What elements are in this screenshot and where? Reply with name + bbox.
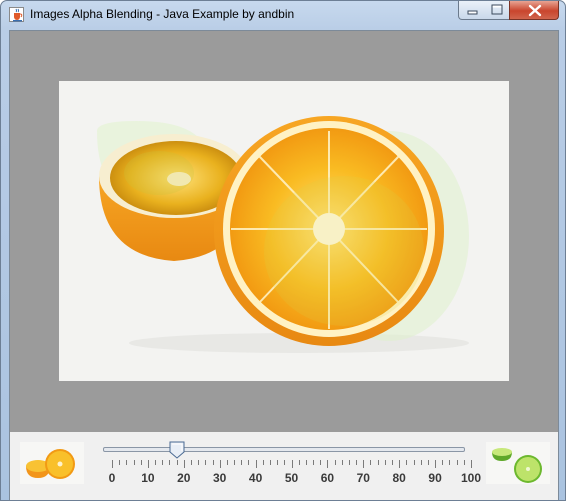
application-window: Images Alpha Blending - Java Example by …: [0, 0, 566, 501]
slider-tick: [205, 460, 207, 465]
slider-tick: [363, 460, 365, 468]
slider-tick: [183, 460, 185, 468]
slider-tick-label: 80: [392, 471, 406, 485]
slider-tick: [112, 460, 113, 468]
slider-tick-label: 50: [284, 471, 299, 485]
slider-tick: [262, 460, 264, 465]
slider-tick: [341, 460, 343, 465]
slider-tick: [291, 460, 293, 468]
slider-tick: [241, 460, 243, 465]
java-cup-icon[interactable]: [9, 7, 24, 22]
slider-tick: [471, 460, 472, 468]
slider-tick-label: 60: [320, 471, 335, 485]
slider-tick: [384, 460, 386, 465]
slider-tick: [377, 460, 379, 465]
slider-tick-label: 90: [428, 471, 442, 485]
slider-tick: [348, 460, 350, 465]
minimize-icon: [467, 10, 478, 15]
slider-tick: [212, 460, 214, 465]
slider-thumb[interactable]: [169, 441, 185, 459]
slider-tick: [370, 460, 372, 465]
close-icon: [528, 4, 542, 17]
slider-tick: [392, 460, 394, 465]
minimize-button[interactable]: [458, 1, 485, 20]
slider-tick: [406, 460, 408, 465]
title-bar[interactable]: Images Alpha Blending - Java Example by …: [1, 1, 565, 29]
slider-tick: [133, 460, 135, 465]
slider-tick: [356, 460, 358, 465]
slider-tick: [169, 460, 171, 465]
slider-tick: [305, 460, 307, 465]
slider-tick-label: 0: [108, 471, 116, 485]
alpha-slider[interactable]: 0 10 20 30 40 50 60 70 80 90 100: [98, 438, 481, 498]
slider-tick: [427, 460, 429, 465]
slider-tick: [449, 460, 451, 465]
control-panel: 0 10 20 30 40 50 60 70 80 90 100: [10, 432, 558, 500]
slider-tick: [298, 460, 300, 465]
client-area: 0 10 20 30 40 50 60 70 80 90 100: [9, 30, 559, 500]
slider-tick-label: 30: [213, 471, 227, 485]
slider-tick: [327, 460, 329, 468]
slider-tick: [320, 460, 322, 465]
lime-thumbnail: [486, 442, 550, 484]
slider-tick: [442, 460, 444, 465]
slider-tick: [277, 460, 279, 465]
slider-tick: [413, 460, 415, 465]
slider-tick: [313, 460, 315, 465]
slider-track[interactable]: [103, 447, 465, 452]
slider-tick: [190, 460, 192, 465]
slider-tick-label: 70: [356, 471, 370, 485]
slider-tick: [162, 460, 164, 465]
slider-tick: [147, 460, 149, 468]
slider-tick: [463, 460, 465, 465]
window-title: Images Alpha Blending - Java Example by …: [30, 7, 295, 21]
slider-tick: [155, 460, 157, 465]
slider-tick: [226, 460, 228, 465]
slider-tick: [255, 460, 257, 468]
slider-tick: [284, 460, 286, 465]
slider-tick: [456, 460, 458, 465]
slider-tick: [420, 460, 422, 465]
slider-tick: [334, 460, 336, 465]
slider-tick: [198, 460, 200, 465]
slider-tick: [176, 460, 178, 465]
maximize-icon: [491, 4, 503, 15]
slider-tick: [269, 460, 271, 465]
slider-tick: [126, 460, 128, 465]
slider-tick: [248, 460, 250, 465]
slider-tick: [140, 460, 142, 465]
orange-thumbnail: [20, 442, 84, 484]
slider-tick: [399, 460, 401, 468]
slider-ticks: [98, 460, 473, 470]
slider-tick-label: 40: [248, 471, 263, 485]
blended-image: [59, 81, 509, 381]
slider-tick-label: 20: [177, 471, 191, 485]
maximize-button[interactable]: [484, 1, 510, 20]
slider-tick: [435, 460, 437, 468]
close-button[interactable]: [509, 1, 559, 20]
slider-tick: [219, 460, 221, 468]
slider-tick: [234, 460, 236, 465]
slider-tick-label: 100: [460, 471, 482, 485]
slider-tick: [119, 460, 121, 465]
slider-tick-label: 10: [141, 471, 155, 485]
